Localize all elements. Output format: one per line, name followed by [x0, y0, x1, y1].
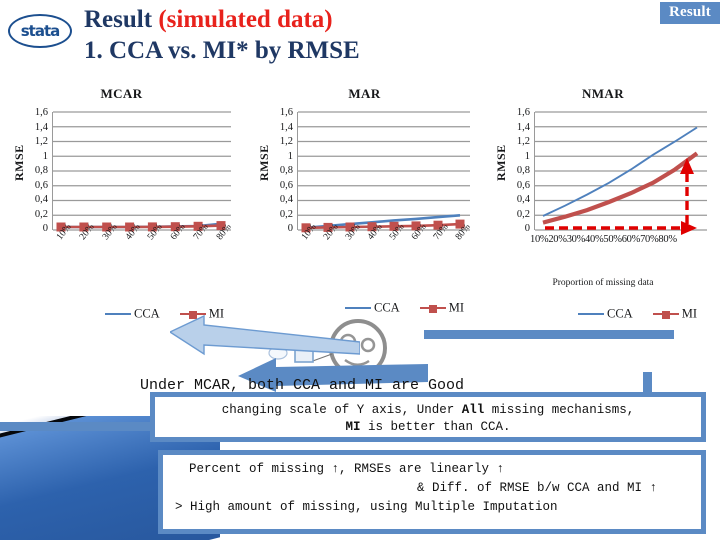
blue-bar-left [0, 422, 170, 431]
charts-row: MCAR RMSE 1,6 1,4 1,2 1 0,8 0,6 0,4 0,2 … [0, 86, 720, 301]
conclusion-line-1: changing scale of Y axis, Under All miss… [155, 402, 701, 419]
y-tick: 0,6 [34, 179, 48, 191]
y-tick: 0 [524, 223, 530, 234]
conclusion-text-mi: MI [345, 420, 361, 434]
conclusion-box-secondary: Percent of missing ↑, RMSEs are linearly… [158, 450, 706, 534]
title-main: Result [84, 6, 159, 33]
y-tick: 1 [524, 150, 530, 162]
y-tick: 0,2 [34, 208, 48, 220]
y-tick: 1,4 [34, 121, 48, 133]
gridlines [298, 111, 470, 231]
y-tick: 0,8 [279, 165, 293, 176]
summary-line-1: Percent of missing ↑, RMSEs are linearly… [189, 462, 505, 476]
x-axis-ticks: 10% 20% 30% 40% 50% 60% 70% 80% [243, 222, 486, 280]
summary-line-3: > High amount of missing, using Multiple… [175, 500, 558, 514]
y-tick: 0,8 [34, 165, 48, 176]
conclusion-text-all: All [461, 403, 485, 417]
conclusion-text-a: changing scale of Y axis, Under [221, 403, 462, 417]
y-tick: 0,2 [279, 208, 293, 220]
y-tick: 1,6 [279, 107, 293, 118]
y-tick: 1,4 [516, 121, 530, 133]
y-tick: 1,6 [516, 107, 530, 118]
legend-label-cca: CCA [374, 300, 400, 315]
series-mi-line [542, 151, 699, 225]
y-tick: 1,2 [279, 136, 293, 147]
legend-swatch-cca [105, 313, 131, 316]
y-tick: 1,2 [34, 136, 48, 147]
stata-logo-text: stata [20, 22, 61, 40]
x-axis-ticks-flat: 10%20%30%40%50%60%70%80% [530, 234, 677, 245]
chart-mar: MAR RMSE 1,6 1,4 1,2 1 0,8 0,6 0,4 0,2 0 [243, 86, 486, 301]
y-tick: 0,4 [34, 194, 48, 205]
stata-logo: stata [8, 14, 72, 48]
y-tick: 0,6 [516, 179, 530, 191]
y-tick: 1,4 [279, 121, 293, 133]
result-banner: Result [659, 2, 720, 24]
blue-bar-right [424, 330, 674, 339]
conclusion-box-primary: changing scale of Y axis, Under All miss… [150, 392, 706, 442]
gridlines [53, 111, 231, 231]
y-tick: 0,4 [516, 194, 530, 205]
chart-title: NMAR [581, 86, 625, 101]
title-red: (simulated data) [158, 6, 333, 33]
y-tick: 1,2 [516, 136, 530, 147]
slide-root: Result stata Result (simulated data) 1. … [0, 0, 720, 540]
x-axis-label: Proportion of missing data [552, 278, 654, 288]
legend-label-cca: CCA [607, 306, 633, 321]
plot-area [297, 111, 470, 233]
page-title: Result (simulated data) 1. CCA vs. MI* b… [84, 6, 604, 66]
summary-line-2: & Diff. of RMSE b/w CCA and MI ↑ [416, 481, 657, 495]
conclusion-text-d: is better than CCA. [360, 420, 511, 434]
chart-nmar: NMAR RMSE 1,6 1,4 1,2 1 0,8 0,6 0,4 0,2 … [486, 86, 720, 301]
conclusion-text-c: missing mechanisms, [484, 403, 635, 417]
gridlines [535, 111, 707, 231]
chart-title: MCAR [100, 86, 143, 101]
plot-area [52, 111, 231, 232]
y-tick: 0,2 [516, 208, 530, 220]
chart-svg [535, 111, 707, 235]
legend-mar: CCA MI [345, 300, 464, 316]
chart-title: MAR [348, 86, 381, 101]
chart-svg [298, 111, 470, 233]
legend-label-cca: CCA [134, 306, 160, 321]
y-tick: 0,4 [279, 194, 293, 205]
y-axis-ticks: 1,6 1,4 1,2 1 0,8 0,6 0,4 0,2 0 [267, 107, 293, 238]
plot-area [534, 111, 707, 235]
legend-swatch-cca [578, 313, 604, 316]
y-tick: 0,6 [279, 179, 293, 191]
legend-nmar: CCA MI [578, 306, 697, 322]
y-tick: 1 [287, 150, 293, 162]
legend-label-mi: MI [448, 300, 464, 315]
chart-mcar: MCAR RMSE 1,6 1,4 1,2 1 0,8 0,6 0,4 0,2 … [0, 86, 243, 301]
y-axis-ticks: 1,6 1,4 1,2 1 0,8 0,6 0,4 0,2 0 [22, 107, 48, 238]
legend-swatch-cca [345, 307, 371, 310]
chart-svg [53, 111, 231, 232]
y-tick: 1 [42, 150, 48, 162]
y-tick: 1,6 [34, 107, 48, 118]
x-axis-ticks: 10% 20% 30% 40% 50% 60% 70% 80% [0, 222, 243, 280]
title-subline: 1. CCA vs. MI* by RMSE [84, 37, 360, 64]
y-axis-ticks: 1,6 1,4 1,2 1 0,8 0,6 0,4 0,2 0 [504, 107, 530, 238]
legend-swatch-mi [419, 305, 446, 314]
legend-swatch-mi [652, 311, 679, 320]
conclusion-line-2: MI is better than CCA. [155, 419, 701, 436]
blue-arrow-left-upper [170, 314, 360, 356]
legend-label-mi: MI [681, 306, 697, 321]
y-tick: 0,8 [516, 165, 530, 176]
